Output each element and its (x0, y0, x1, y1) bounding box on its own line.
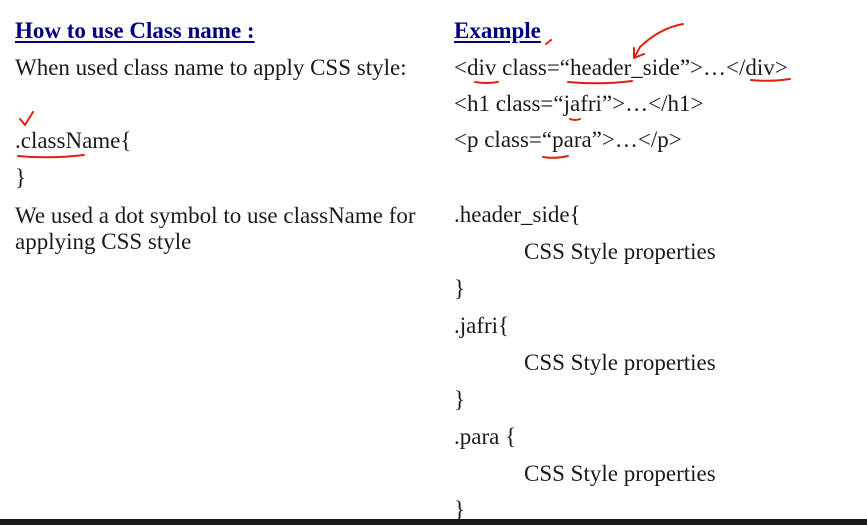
class-selector-close: } (15, 165, 27, 190)
slide: How to use Class name : When used class … (0, 0, 867, 525)
left-note-line-1: We used a dot symbol to use className fo… (15, 203, 416, 228)
css-rule-header-side-open: .header_side{ (454, 202, 581, 227)
css-rule-jafri-close: } (454, 387, 466, 412)
html-example-h1: <h1 class=“jafri”>…</h1> (454, 91, 704, 116)
underline-classname (17, 154, 85, 159)
css-rule-jafri-body: CSS Style properties (524, 350, 716, 375)
left-heading: How to use Class name : (15, 18, 255, 43)
underline-div (474, 81, 499, 84)
class-selector-open: .className{ (15, 128, 132, 153)
css-rule-header-side-close: } (454, 276, 466, 301)
right-heading: Example (454, 18, 541, 43)
bottom-bar (0, 519, 867, 525)
css-rule-para-open: .para { (454, 424, 517, 449)
arrow-to-underscore-icon (633, 23, 684, 59)
underline-jafri (569, 118, 581, 121)
html-example-div: <div class=“header_side”>…</div> (454, 55, 788, 80)
css-rule-jafri-open: .jafri{ (454, 313, 510, 338)
tick-near-example (545, 39, 552, 45)
left-intro-text: When used class name to apply CSS style: (15, 55, 407, 80)
underline-header (567, 80, 633, 85)
css-rule-para-body: CSS Style properties (524, 461, 716, 486)
underline-para (542, 155, 569, 159)
check-mark-icon (19, 111, 34, 126)
css-rule-header-side-body: CSS Style properties (524, 239, 716, 264)
left-note-line-2: applying CSS style (15, 229, 192, 254)
html-example-p: <p class=“para”>…</p> (454, 127, 682, 152)
